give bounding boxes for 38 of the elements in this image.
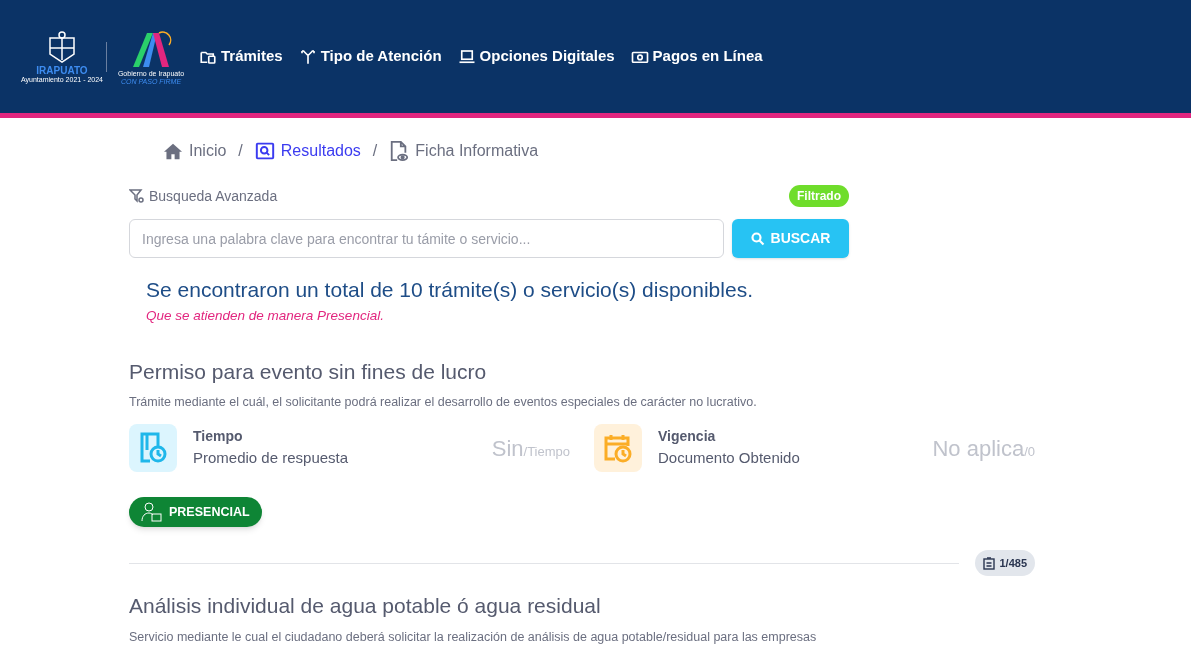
stat-value: No aplica/0: [932, 434, 1035, 463]
stat-value: Sin/Tiempo: [491, 434, 570, 463]
search-field[interactable]: Ingresa una palabra clave para encontrar tu támite o servicio...: [129, 219, 724, 258]
city-logo-name: IRAPUATO: [36, 66, 88, 76]
calendar-clock-icon: [594, 424, 642, 472]
service-description: Trámite mediante el cuál, el solicitante podrá realizar el desarrollo de eventos especiales de carácter no lucrativo.: [129, 394, 758, 412]
service-title[interactable]: Permiso para evento sin fines de lucro: [129, 355, 1035, 388]
stat-title: Vigencia: [658, 427, 717, 447]
results-note: Que se atienden de manera Presencial.: [146, 306, 385, 325]
nav-link[interactable]: Tipo de Atención: [298, 45, 442, 68]
filter-gear-icon: [129, 188, 145, 204]
breadcrumb-link[interactable]: Ficha Informativa: [389, 139, 539, 163]
breadcrumb-separator: /: [238, 141, 243, 161]
person-folder-icon: [141, 501, 163, 523]
breadcrumb-link[interactable]: Resultados: [254, 139, 361, 163]
results-summary: Se encontraron un total de 10 trámite(s) o servicio(s) disponibles.: [146, 277, 754, 303]
attendance-badge: PRESENCIAL: [129, 497, 262, 527]
stat-title: Tiempo: [193, 427, 244, 447]
search-icon: [254, 142, 275, 160]
breadcrumb-separator: /: [372, 141, 378, 161]
stat-subtitle: Promedio de respuesta: [193, 448, 350, 469]
clipboard-icon: [983, 556, 996, 570]
nav-link[interactable]: Pagos en Línea: [630, 45, 763, 68]
breadcrumb-link[interactable]: Inicio: [163, 139, 227, 163]
advanced-search-link[interactable]: Busqueda Avanzada: [129, 185, 278, 207]
service-title[interactable]: Análisis individual de agua potable ó agua residual: [129, 590, 1035, 622]
nav-link[interactable]: Trámites: [199, 45, 283, 68]
stat-subtitle: Documento Obtenido: [658, 448, 801, 469]
nav-link[interactable]: Opciones Digitales: [457, 45, 615, 68]
split-arrows-icon: [298, 47, 317, 66]
service-description: Servicio mediante le cual el ciudadano deberá solicitar la realización de análisis de agua potable/residual para las empresas: [129, 628, 818, 646]
clock-book-icon: [129, 424, 177, 472]
search-icon: [750, 231, 765, 246]
filter-badge: Filtrado: [789, 185, 849, 207]
laptop-icon: [457, 47, 476, 66]
home-icon: [163, 142, 183, 160]
counter-badge: 1/485: [975, 550, 1035, 576]
document-eye-icon: [389, 140, 410, 162]
